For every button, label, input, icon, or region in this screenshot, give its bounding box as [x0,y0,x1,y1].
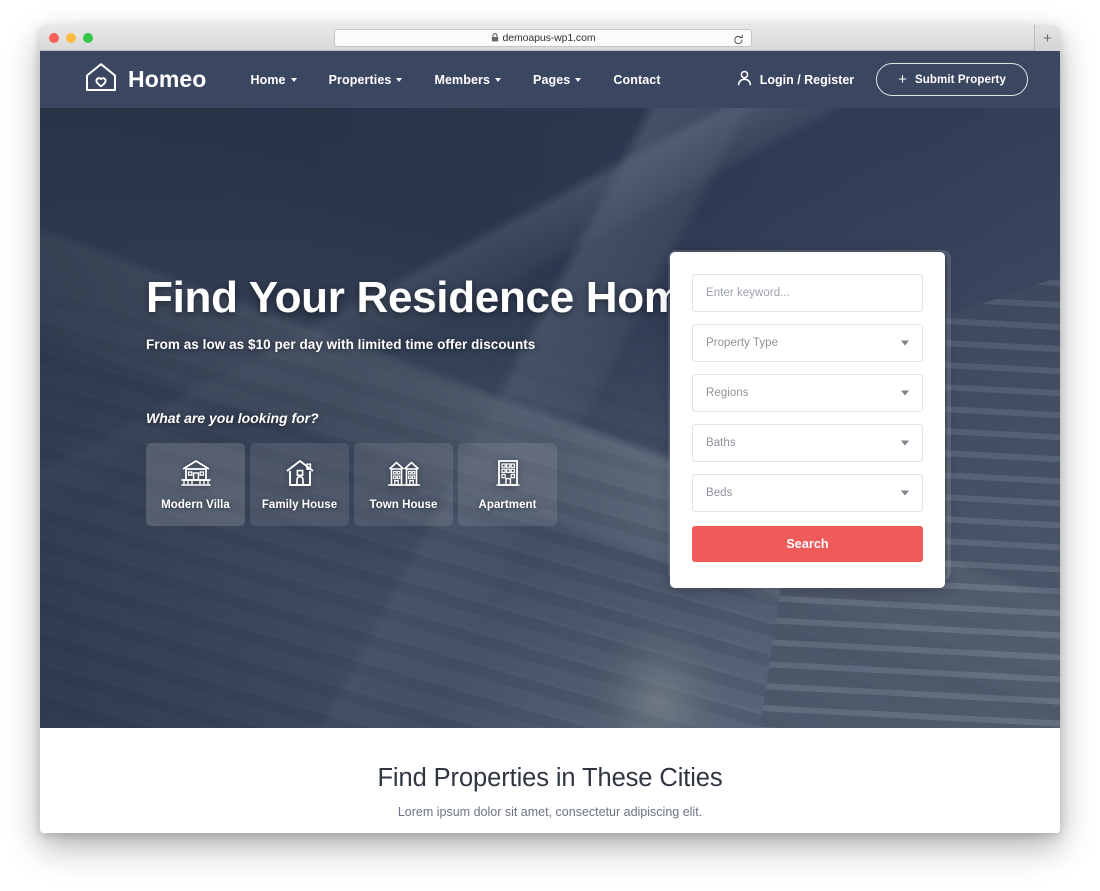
property-type-value: Property Type [706,337,779,349]
nav-label: Pages [533,72,571,87]
browser-window: demoapus-wp1.com + Homeo Home Properties… [40,25,1060,833]
maximize-window-button[interactable] [83,33,93,43]
category-tile-modern-villa[interactable]: Modern Villa [146,443,245,526]
site-navbar: Homeo Home Properties Members Pages Cont… [40,51,1060,108]
keyword-field[interactable] [692,274,923,312]
browser-titlebar: demoapus-wp1.com + [40,25,1060,51]
villa-icon [180,458,212,488]
chevron-down-icon [901,490,909,496]
category-tile-label: Town House [369,499,438,511]
beds-select[interactable]: Beds [692,474,923,512]
cities-section: Find Properties in These Cities Lorem ip… [40,728,1060,833]
chevron-down-icon [901,390,909,396]
nav-label: Contact [613,72,661,87]
url-text: demoapus-wp1.com [502,32,596,44]
plus-icon: + [898,71,908,88]
page-viewport: Homeo Home Properties Members Pages Cont… [40,51,1060,833]
reload-icon[interactable] [733,33,744,51]
property-search-panel: Property Type Regions Baths Beds Search [670,252,945,588]
close-window-button[interactable] [49,33,59,43]
chevron-down-icon [495,77,502,82]
nav-item-members[interactable]: Members [434,72,502,87]
baths-select[interactable]: Baths [692,424,923,462]
cities-subtitle: Lorem ipsum dolor sit amet, consectetur … [397,805,703,819]
login-register-label: Login / Register [759,72,855,87]
hero-section: Homeo Home Properties Members Pages Cont… [40,51,1060,728]
nav-label: Home [250,72,286,87]
nav-item-home[interactable]: Home [250,72,297,87]
nav-item-properties[interactable]: Properties [329,73,403,87]
regions-select[interactable]: Regions [692,374,923,412]
keyword-input[interactable] [706,287,909,299]
chevron-down-icon [575,77,582,82]
category-tile-label: Modern Villa [161,499,230,511]
category-tile-label: Apartment [478,499,537,511]
search-button[interactable]: Search [692,526,923,562]
property-type-select[interactable]: Property Type [692,324,923,362]
address-bar[interactable]: demoapus-wp1.com [334,29,752,47]
chevron-down-icon [290,77,297,82]
cities-title: Find Properties in These Cities [377,764,723,792]
apartment-icon [495,458,521,488]
brand-name: Homeo [128,66,207,92]
chevron-down-icon [396,77,403,82]
category-tile-family-house[interactable]: Family House [250,443,349,526]
window-controls[interactable] [49,33,93,43]
category-tile-apartment[interactable]: Apartment [458,443,557,526]
nav-item-pages[interactable]: Pages [533,72,582,87]
user-icon [737,70,752,89]
townhouse-icon [387,458,421,488]
minimize-window-button[interactable] [66,33,76,43]
nav-actions: Login / Register + Submit Property [737,63,1060,96]
nav-label: Properties [328,72,392,87]
regions-value: Regions [706,387,749,399]
chevron-down-icon [901,440,909,446]
lock-icon [491,29,499,47]
nav-item-contact[interactable]: Contact [613,73,660,87]
beds-value: Beds [706,487,733,499]
chevron-down-icon [901,340,909,346]
brand-logo[interactable]: Homeo [84,61,206,98]
category-tile-label: Family House [261,499,338,511]
primary-nav: Home Properties Members Pages Contact [250,73,660,87]
submit-property-label: Submit Property [915,73,1006,86]
new-tab-button[interactable]: + [1034,25,1060,51]
category-tile-town-house[interactable]: Town House [354,443,453,526]
house-icon [284,458,316,488]
submit-property-button[interactable]: + Submit Property [876,63,1028,96]
login-register-link[interactable]: Login / Register [737,70,854,89]
baths-value: Baths [706,437,736,449]
nav-label: Members [434,72,491,87]
house-heart-logo-icon [84,61,118,98]
